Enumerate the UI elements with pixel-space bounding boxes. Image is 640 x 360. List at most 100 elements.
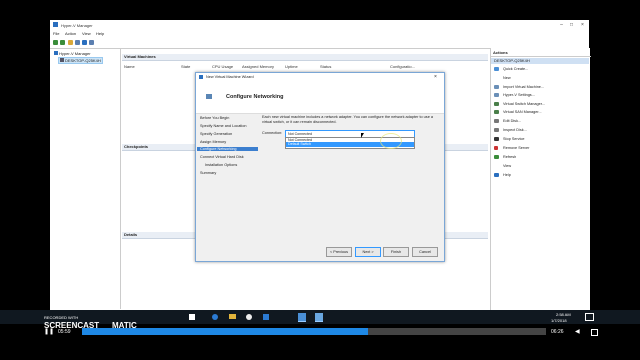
app-icon <box>53 22 58 27</box>
forward-icon[interactable] <box>60 40 65 45</box>
wizard-title-bar: New Virtual Machine Wizard × <box>196 73 444 81</box>
step-hard-disk[interactable]: Connect Virtual Hard Disk <box>200 155 244 159</box>
action-refresh[interactable]: Refresh <box>503 155 516 159</box>
recorder-bar: RECORDED WITH SCREENCAST MATIC ❚❚ 05:59 … <box>0 315 640 360</box>
menu-action[interactable]: Action <box>65 31 76 36</box>
next-button[interactable]: Next > <box>355 247 381 257</box>
remove-icon <box>494 146 498 150</box>
wizard-icon <box>199 75 203 79</box>
wizard-close-button[interactable]: × <box>434 74 437 80</box>
action-stop-service[interactable]: Stop Service <box>503 137 525 141</box>
start-icon[interactable] <box>189 314 195 320</box>
cancel-button[interactable]: Cancel <box>412 247 438 257</box>
action-switch-manager[interactable]: Virtual Switch Manager... <box>503 102 545 106</box>
pause-icon[interactable]: ❚❚ <box>44 328 54 335</box>
total-time: 06:26 <box>551 329 564 335</box>
action-hyperv-settings[interactable]: Hyper-V Settings... <box>503 93 535 97</box>
col-memory[interactable]: Assigned Memory <box>242 64 274 69</box>
console-icon[interactable] <box>89 40 94 45</box>
step-generation[interactable]: Specify Generation <box>200 132 232 136</box>
action-new[interactable]: New <box>503 76 511 80</box>
close-button[interactable]: × <box>578 22 587 28</box>
hyperv-icon <box>54 51 58 55</box>
action-san-manager[interactable]: Virtual SAN Manager... <box>503 110 542 114</box>
connection-label: Connection: <box>262 131 283 135</box>
vm-pane-header: Virtual Machines <box>122 54 488 61</box>
action-view[interactable]: View <box>503 164 511 168</box>
wizard-steps: Before You Begin Specify Name and Locati… <box>196 114 258 244</box>
menu-bar: File Action View Help <box>50 30 589 38</box>
col-status[interactable]: Status <box>320 64 331 69</box>
wizard-header: Configure Networking <box>196 81 444 114</box>
explorer-icon[interactable] <box>229 314 236 319</box>
clock-date[interactable]: 1/7/2018 <box>551 318 567 323</box>
clock-time[interactable]: 2:58 AM <box>556 312 571 317</box>
store-icon[interactable] <box>263 314 269 320</box>
wizard-title: New Virtual Machine Wizard <box>206 75 254 79</box>
title-bar: Hyper-V Manager – □ × <box>50 20 589 30</box>
action-edit-disk[interactable]: Edit Disk... <box>503 119 521 123</box>
edge-icon[interactable] <box>212 314 218 320</box>
tree-host[interactable]: DESKTOP-Q25K4H <box>58 57 103 64</box>
step-networking[interactable]: Configure Networking <box>197 147 258 151</box>
new-vm-wizard: New Virtual Machine Wizard × Configure N… <box>195 72 445 262</box>
menu-file[interactable]: File <box>53 31 59 36</box>
action-import-vm[interactable]: Import Virtual Machine... <box>503 85 544 89</box>
tree-root[interactable]: Hyper-V Manager <box>54 51 91 56</box>
action-remove-server[interactable]: Remove Server <box>503 146 529 150</box>
elapsed-time: 05:59 <box>58 329 71 335</box>
edit-disk-icon <box>494 119 499 123</box>
actions-header: Actions <box>491 50 591 57</box>
col-uptime[interactable]: Uptime <box>285 64 298 69</box>
connection-value: Not Connected <box>288 132 312 136</box>
fullscreen-icon[interactable] <box>591 329 598 336</box>
finish-button[interactable]: Finish <box>383 247 409 257</box>
notifications-icon[interactable] <box>585 313 594 321</box>
step-before-you-begin[interactable]: Before You Begin <box>200 116 229 120</box>
wizard-task-icon[interactable] <box>315 313 323 322</box>
volume-icon[interactable]: ◀ <box>575 328 580 335</box>
maximize-button[interactable]: □ <box>567 22 576 28</box>
minimize-button[interactable]: – <box>557 22 566 28</box>
san-icon <box>494 110 499 114</box>
col-cpu[interactable]: CPU Usage <box>212 64 233 69</box>
progress-track[interactable] <box>82 328 546 335</box>
media-icon[interactable] <box>246 314 252 320</box>
window-title: Hyper-V Manager <box>61 23 93 28</box>
action-inspect-disk[interactable]: Inspect Disk... <box>503 128 527 132</box>
help-icon[interactable] <box>82 40 87 45</box>
switch-icon <box>494 102 499 106</box>
click-highlight <box>380 133 402 149</box>
step-name-location[interactable]: Specify Name and Location <box>200 124 246 128</box>
step-installation[interactable]: Installation Options <box>205 163 237 167</box>
action-quick-create[interactable]: Quick Create... <box>503 67 528 71</box>
col-name[interactable]: Name <box>124 64 135 69</box>
refresh-icon <box>494 155 499 159</box>
help-action-icon <box>494 173 499 177</box>
properties-icon[interactable] <box>75 40 80 45</box>
actions-pane: Actions DESKTOP-Q25K4H Quick Create... N… <box>490 48 591 310</box>
settings-icon <box>494 93 499 97</box>
back-icon[interactable] <box>53 40 58 45</box>
wizard-heading: Configure Networking <box>226 94 284 100</box>
folder-icon[interactable] <box>68 40 73 45</box>
previous-button[interactable]: < Previous <box>326 247 352 257</box>
inspect-disk-icon <box>494 128 499 132</box>
stop-icon <box>494 137 499 141</box>
network-icon <box>206 94 212 99</box>
menu-view[interactable]: View <box>82 31 91 36</box>
quick-create-icon <box>494 67 499 71</box>
recorded-with-label: RECORDED WITH <box>44 315 79 320</box>
col-state[interactable]: State <box>181 64 190 69</box>
step-summary[interactable]: Summary <box>200 171 216 175</box>
col-config[interactable]: Configuratio... <box>390 64 415 69</box>
action-help[interactable]: Help <box>503 173 511 177</box>
step-memory[interactable]: Assign Memory <box>200 140 226 144</box>
actions-host-header[interactable]: DESKTOP-Q25K4H <box>491 58 589 64</box>
menu-help[interactable]: Help <box>96 31 104 36</box>
navigation-tree: Hyper-V Manager DESKTOP-Q25K4H <box>52 49 121 309</box>
wizard-description: Each new virtual machine includes a netw… <box>262 115 433 124</box>
import-icon <box>494 85 499 89</box>
server-icon <box>60 58 64 62</box>
hyperv-task-icon[interactable] <box>298 313 306 322</box>
